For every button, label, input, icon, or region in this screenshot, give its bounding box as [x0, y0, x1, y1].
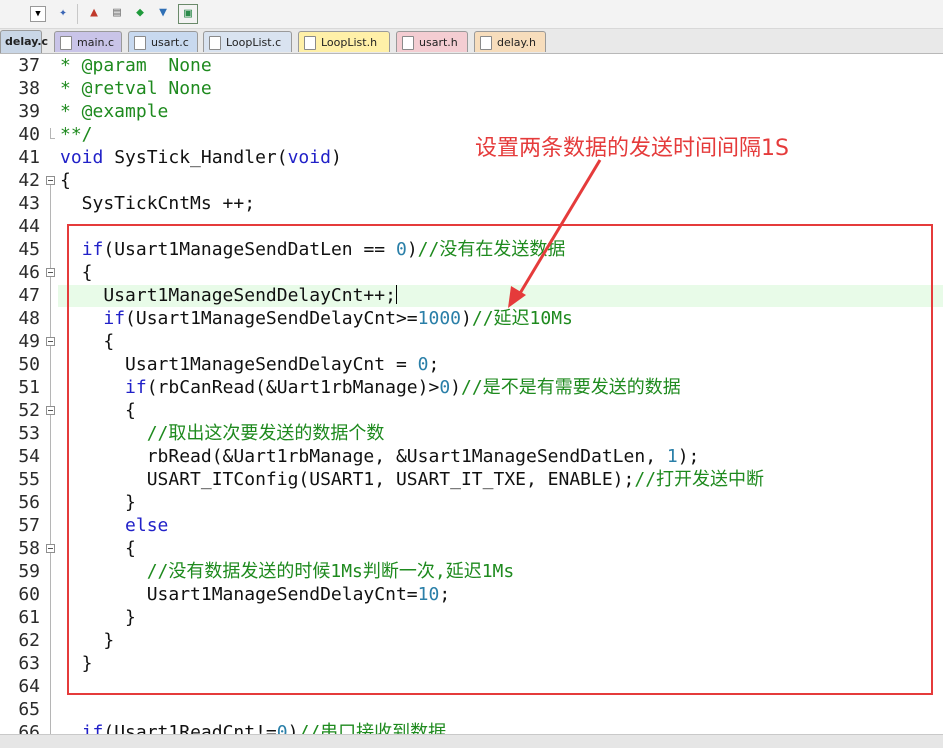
line-number: 58 — [18, 538, 40, 559]
code-text: void SysTick_Handler(void) — [60, 147, 342, 168]
line-number: 64 — [18, 676, 40, 697]
code-text: SysTickCntMs ++; — [60, 193, 256, 214]
line-number: 42 — [18, 170, 40, 191]
file-icon — [209, 36, 221, 50]
code-text: * @param None — [60, 55, 212, 76]
tab-label: delay.c — [5, 35, 49, 48]
dropdown-icon[interactable]: ▼ — [30, 6, 46, 22]
line-number: 63 — [18, 653, 40, 674]
line-number: 65 — [18, 699, 40, 720]
tab-usart-h[interactable]: usart.h — [396, 31, 468, 52]
horizontal-scrollbar[interactable] — [0, 734, 943, 748]
line-number: 55 — [18, 469, 40, 490]
line-number: 53 — [18, 423, 40, 444]
line-number: 38 — [18, 78, 40, 99]
fold-toggle-icon[interactable] — [46, 337, 55, 346]
fold-toggle-icon[interactable] — [46, 406, 55, 415]
diamond-icon[interactable]: ◆ — [131, 4, 149, 22]
line-number: 51 — [18, 377, 40, 398]
tab-label: LoopList.c — [226, 36, 282, 49]
tab-label: main.c — [77, 36, 115, 49]
tab-label: delay.h — [497, 36, 536, 49]
tab-main-c[interactable]: main.c — [54, 31, 122, 52]
fold-toggle-icon[interactable] — [46, 268, 55, 277]
line-number: 47 — [18, 285, 40, 306]
line-number: 49 — [18, 331, 40, 352]
code-text: **/ — [60, 124, 93, 145]
tab-looplist-c[interactable]: LoopList.c — [203, 31, 292, 52]
tab-delay-h[interactable]: delay.h — [474, 31, 546, 52]
tab-looplist-h[interactable]: LoopList.h — [298, 31, 390, 52]
toolbar: ▼ ✦ ▲ ▤ ◆ ▼ ▣ — [0, 0, 943, 29]
code-line[interactable]: 40 **/ — [0, 123, 943, 146]
fold-guide — [50, 128, 51, 138]
annotation-text: 设置两条数据的发送时间间隔1S — [475, 136, 789, 161]
line-number: 61 — [18, 607, 40, 628]
line-number: 60 — [18, 584, 40, 605]
line-number: 48 — [18, 308, 40, 329]
wand-icon[interactable]: ✦ — [54, 4, 72, 22]
tab-label: LoopList.h — [321, 36, 378, 49]
line-number: 45 — [18, 239, 40, 260]
tab-label: usart.h — [419, 36, 458, 49]
file-icon — [304, 36, 316, 50]
line-number: 44 — [18, 216, 40, 237]
file-tab-bar: delay.c main.c usart.c LoopList.c LoopLi… — [0, 29, 943, 54]
code-text: * @example — [60, 101, 169, 122]
file-icon — [134, 36, 146, 50]
code-line[interactable]: 43 SysTickCntMs ++; — [0, 192, 943, 215]
code-line[interactable]: 42 { — [0, 169, 943, 192]
toolbar-separator — [77, 4, 78, 24]
line-number: 37 — [18, 55, 40, 76]
line-number: 66 — [18, 722, 40, 734]
line-number: 39 — [18, 101, 40, 122]
build-icon[interactable]: ▲ — [85, 4, 103, 22]
highlight-box — [67, 224, 933, 695]
line-number: 43 — [18, 193, 40, 214]
code-line[interactable]: 41 void SysTick_Handler(void) — [0, 146, 943, 169]
code-text: if(Usart1ReadCnt!=0)//串口接收到数据 — [81, 722, 447, 734]
line-number: 50 — [18, 354, 40, 375]
fold-end — [50, 138, 55, 139]
line-number: 40 — [18, 124, 40, 145]
code-line[interactable]: 66 if(Usart1ReadCnt!=0)//串口接收到数据 — [0, 721, 943, 734]
file-icon — [60, 36, 72, 50]
line-number: 46 — [18, 262, 40, 283]
line-number: 59 — [18, 561, 40, 582]
download-icon[interactable]: ▼ — [154, 4, 172, 22]
code-text: * @retval None — [60, 78, 212, 99]
windows-icon[interactable]: ▤ — [108, 4, 126, 22]
code-line[interactable]: 37 * @param None — [0, 54, 943, 77]
code-text: { — [60, 170, 71, 191]
fold-toggle-icon[interactable] — [46, 176, 55, 185]
tab-usart-c[interactable]: usart.c — [128, 31, 198, 52]
fold-toggle-icon[interactable] — [46, 544, 55, 553]
tab-label: usart.c — [151, 36, 189, 49]
line-number: 54 — [18, 446, 40, 467]
line-number: 62 — [18, 630, 40, 651]
line-number: 57 — [18, 515, 40, 536]
code-line[interactable]: 39 * @example — [0, 100, 943, 123]
code-line[interactable]: 65 — [0, 698, 943, 721]
code-line[interactable]: 38 * @retval None — [0, 77, 943, 100]
file-icon — [402, 36, 414, 50]
line-number: 52 — [18, 400, 40, 421]
flash-icon[interactable]: ▣ — [178, 4, 198, 24]
tab-delay-c[interactable]: delay.c — [0, 30, 48, 53]
file-icon — [480, 36, 492, 50]
line-number: 56 — [18, 492, 40, 513]
line-number: 41 — [18, 147, 40, 168]
